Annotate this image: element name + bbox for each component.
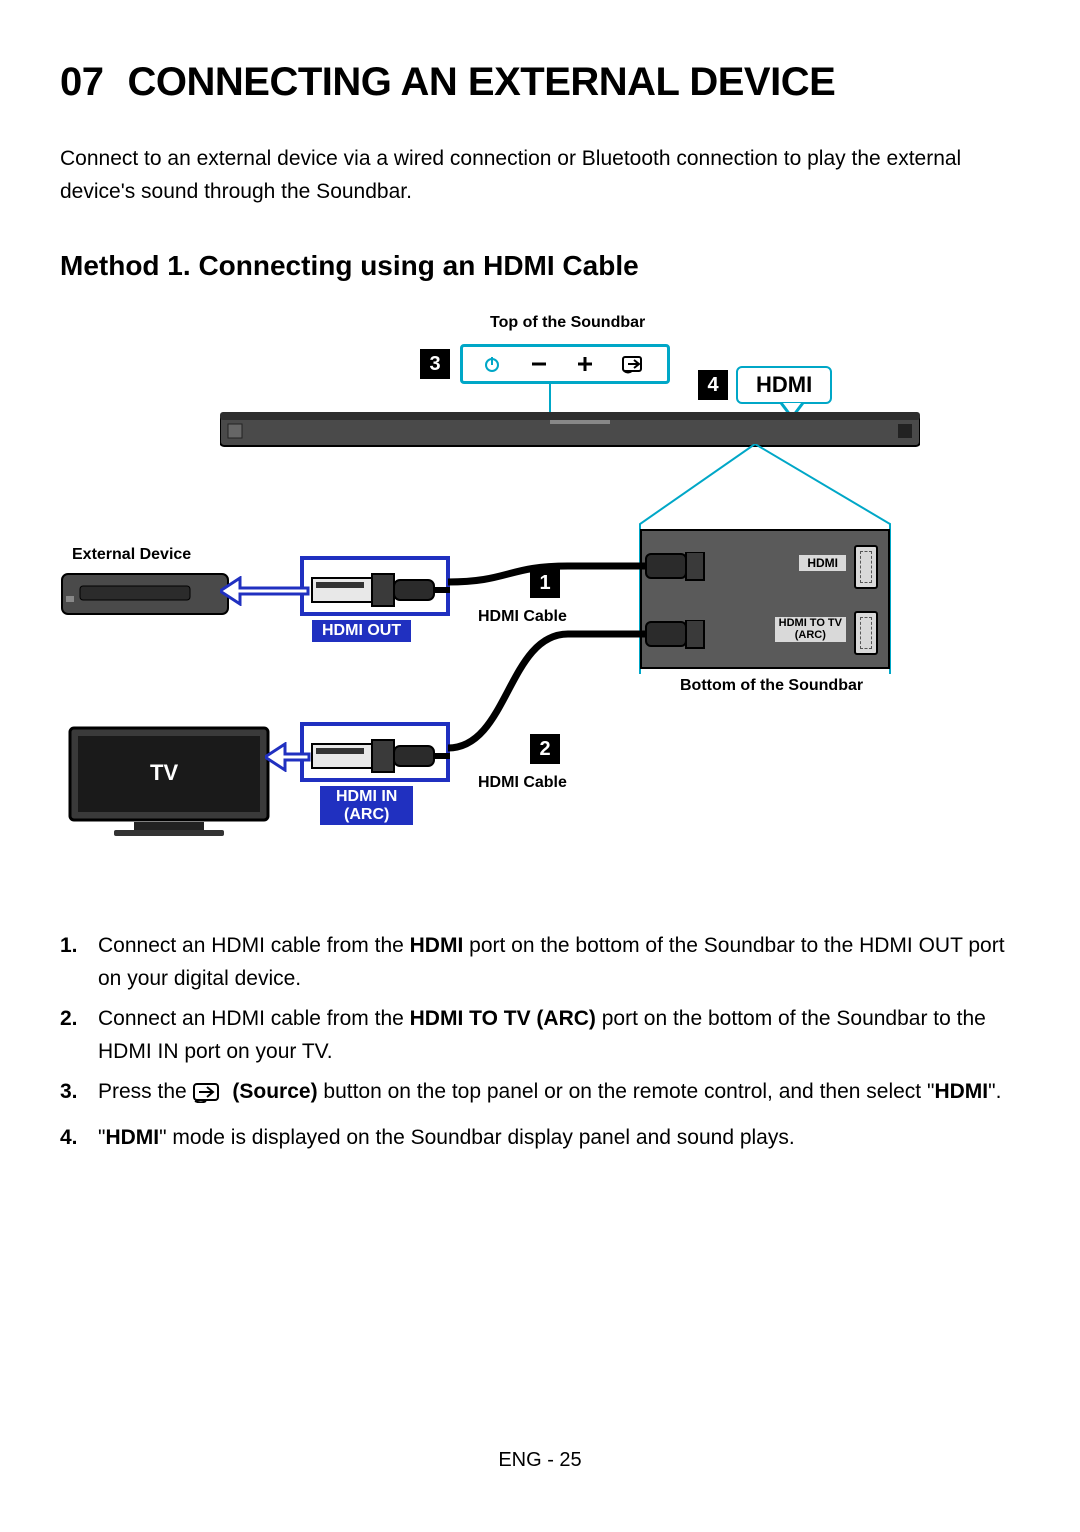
label-external-device: External Device	[72, 546, 191, 564]
volume-down-icon	[529, 354, 549, 374]
callout-number-1: 1	[530, 568, 560, 598]
external-device-illustration	[60, 572, 230, 626]
step-4: 4. "HDMI" mode is displayed on the Sound…	[60, 1122, 1020, 1155]
hdmi-cable-1	[448, 552, 708, 602]
hdmi-cable-2	[448, 620, 708, 760]
top-panel-callout	[460, 344, 670, 384]
label-hdmi-in-arc: (ARC)	[344, 806, 389, 823]
connection-diagram: Top of the Soundbar 3 4 HDMI	[60, 314, 1020, 894]
hdmi-out-connector-box	[300, 556, 450, 616]
label-tv: TV	[150, 760, 178, 786]
steps-list: 1. Connect an HDMI cable from the HDMI p…	[60, 930, 1020, 1154]
power-icon	[482, 354, 502, 374]
callout-number-4: 4	[698, 370, 728, 400]
page-footer: ENG - 25	[0, 1449, 1080, 1472]
chapter-number: 07	[60, 60, 104, 105]
chapter-title: 07 CONNECTING AN EXTERNAL DEVICE	[60, 60, 1020, 105]
chapter-name: CONNECTING AN EXTERNAL DEVICE	[128, 60, 836, 105]
volume-up-icon	[575, 354, 595, 374]
hdmi-in-connector-box	[300, 722, 450, 782]
arrow-tv-to-hdmiin	[265, 742, 311, 772]
arrow-extdev-to-hdmiout	[220, 576, 310, 606]
callout-number-2: 2	[530, 734, 560, 764]
hdmi-mode-bubble: HDMI	[736, 366, 832, 404]
source-icon-inline	[193, 1081, 227, 1114]
step-2: 2. Connect an HDMI cable from the HDMI T…	[60, 1003, 1020, 1068]
method-title: Method 1. Connecting using an HDMI Cable	[60, 250, 1020, 282]
label-hdmi-in: HDMI IN	[336, 788, 397, 805]
intro-paragraph: Connect to an external device via a wire…	[60, 143, 1020, 208]
label-hdmi-out: HDMI OUT	[312, 620, 411, 642]
label-top-of-soundbar: Top of the Soundbar	[490, 314, 645, 332]
callout-number-3: 3	[420, 349, 450, 379]
label-hdmi-cable-2: HDMI Cable	[478, 774, 567, 792]
step-1: 1. Connect an HDMI cable from the HDMI p…	[60, 930, 1020, 995]
step-3: 3. Press the (Source) button on the top …	[60, 1076, 1020, 1114]
source-icon	[622, 354, 648, 374]
